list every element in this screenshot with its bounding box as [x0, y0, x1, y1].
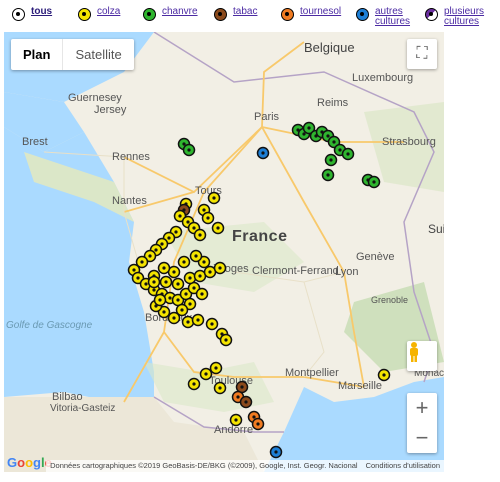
legend-item-tabac[interactable]: tabac [214, 7, 257, 21]
marker-autres-icon [356, 8, 369, 21]
legend-label: colza [97, 6, 121, 17]
map-marker[interactable] [147, 275, 161, 289]
map-marker[interactable] [321, 168, 335, 182]
legend-item-colza[interactable]: colza [78, 7, 120, 21]
map-marker[interactable] [177, 255, 191, 269]
legend-label: plusieurs cultures [444, 6, 485, 27]
map-marker[interactable] [181, 315, 195, 329]
zoom-in-button[interactable]: + [407, 393, 437, 423]
map-marker[interactable] [256, 146, 270, 160]
map-marker[interactable] [209, 361, 223, 375]
marker-tournesol-icon [281, 8, 294, 21]
legend-label: tabac [233, 6, 258, 17]
legend-label: tournesol [300, 6, 342, 17]
zoom-control: + − [407, 393, 437, 453]
terms-link[interactable]: Conditions d'utilisation [366, 460, 440, 472]
map-marker[interactable] [219, 333, 233, 347]
map-marker[interactable] [199, 367, 213, 381]
legend-item-plusieurs-cultures[interactable]: plusieurs cultures [425, 7, 490, 27]
legend-label: tous [31, 6, 53, 17]
map-marker[interactable] [183, 271, 197, 285]
map-marker[interactable] [189, 249, 203, 263]
map-marker[interactable] [207, 191, 221, 205]
map-marker[interactable] [205, 317, 219, 331]
google-map[interactable]: Belgique Luxembourg Guernesey Jersey Bre… [4, 32, 444, 472]
map-marker[interactable] [239, 395, 253, 409]
map-marker[interactable] [171, 277, 185, 291]
map-marker[interactable] [195, 287, 209, 301]
pegman-icon [410, 342, 418, 362]
map-type-plan-button[interactable]: Plan [11, 39, 64, 70]
marker-chanvre-icon [143, 8, 156, 21]
map-marker[interactable] [157, 261, 171, 275]
map-type-satellite-button[interactable]: Satellite [63, 39, 133, 70]
map-marker[interactable] [187, 377, 201, 391]
marker-all-icon [12, 8, 25, 21]
map-marker[interactable] [269, 445, 283, 459]
google-logo: Google [7, 455, 52, 470]
map-marker[interactable] [324, 153, 338, 167]
fullscreen-button[interactable]: ⛶ [407, 39, 437, 69]
marker-plusieurs-icon [425, 8, 438, 21]
map-marker[interactable] [191, 313, 205, 327]
marker-colza-icon [78, 8, 91, 21]
legend-item-tournesol[interactable]: tournesol [281, 7, 341, 21]
map-marker[interactable] [167, 311, 181, 325]
marker-tabac-icon [214, 8, 227, 21]
map-marker[interactable] [211, 221, 225, 235]
street-view-pegman-button[interactable] [407, 341, 437, 371]
map-markers [127, 121, 391, 459]
legend-item-autres-cultures[interactable]: autres cultures [356, 7, 415, 27]
map-marker[interactable] [201, 211, 215, 225]
map-type-control: Plan Satellite [11, 39, 134, 70]
map-marker[interactable] [229, 413, 243, 427]
map-marker[interactable] [377, 368, 391, 382]
zoom-out-button[interactable]: − [407, 423, 437, 453]
map-marker[interactable] [193, 228, 207, 242]
legend-item-chanvre[interactable]: chanvre [143, 7, 198, 21]
map-marker[interactable] [367, 175, 381, 189]
legend-label: chanvre [162, 6, 198, 17]
map-marker[interactable] [213, 381, 227, 395]
map-marker[interactable] [251, 417, 265, 431]
map-attribution: Données cartographiques ©2019 GeoBasis-D… [46, 460, 444, 472]
legend-item-tous[interactable]: tous [12, 7, 52, 21]
fullscreen-icon: ⛶ [416, 45, 428, 62]
map-marker[interactable] [341, 147, 355, 161]
legend-label: autres cultures [375, 6, 411, 27]
attribution-text: Données cartographiques ©2019 GeoBasis-D… [50, 461, 358, 470]
map-marker[interactable] [213, 261, 227, 275]
map-marker[interactable] [153, 293, 167, 307]
map-marker[interactable] [182, 143, 196, 157]
map-marker[interactable] [159, 275, 173, 289]
crop-legend: tous colza chanvre tabac tournesol autre… [0, 0, 500, 30]
